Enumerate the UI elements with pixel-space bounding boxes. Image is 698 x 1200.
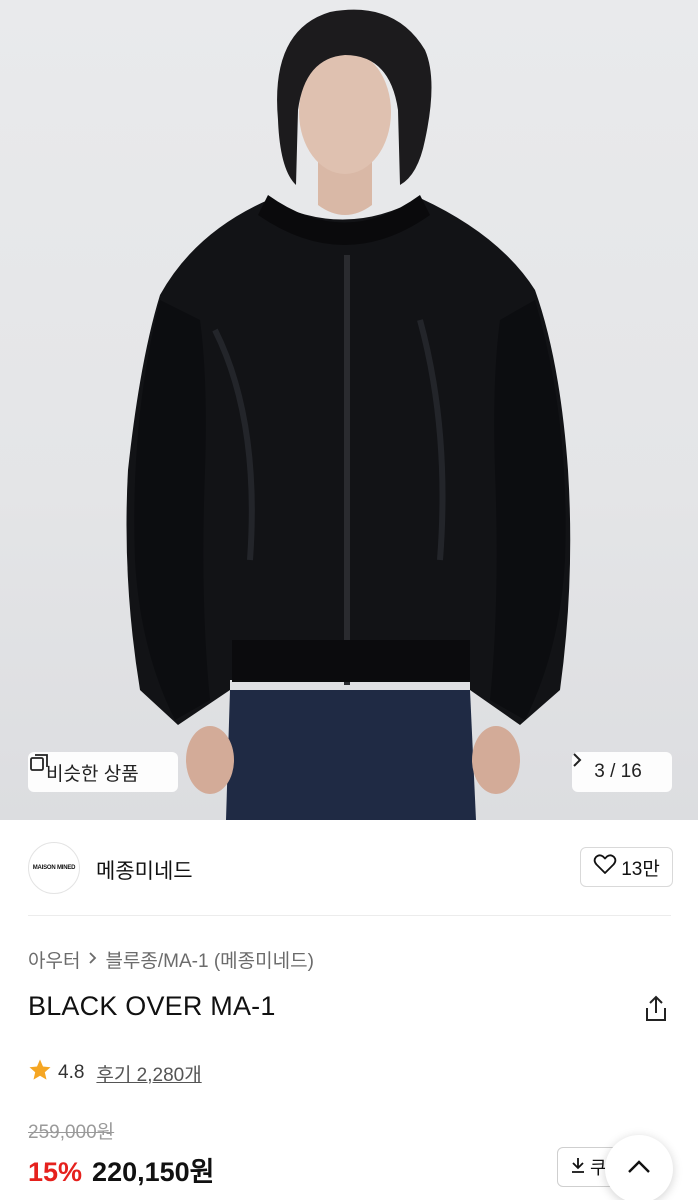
review-count-link[interactable]: 후기 2,280개 — [96, 1060, 201, 1087]
discount-rate: 15% — [28, 1157, 83, 1187]
similar-items-label: 비슷한 상품 — [46, 763, 139, 785]
brand-name[interactable]: 메종미네드 — [96, 855, 193, 885]
rating-row: 4.8 후기 2,280개 — [28, 1058, 202, 1088]
like-button[interactable]: 13만 — [580, 847, 673, 887]
product-photo — [126, 9, 571, 820]
original-price: 259,000원 — [28, 1122, 115, 1143]
image-counter-button[interactable]: 3 / 16 — [572, 752, 672, 792]
download-icon — [570, 1156, 586, 1179]
chevron-right-icon — [88, 949, 97, 971]
product-image-gallery[interactable]: 비슷한 상품 3 / 16 — [0, 0, 698, 820]
breadcrumb: 아우터 블루종/MA-1 (메종미네드) — [28, 946, 314, 973]
divider — [28, 915, 671, 916]
rating-value: 4.8 — [58, 1062, 85, 1083]
sale-price: 220,150원 — [92, 1157, 215, 1187]
brand-logo[interactable]: MAISON MINED — [28, 842, 80, 894]
share-icon — [641, 995, 671, 1028]
breadcrumb-category[interactable]: 아우터 — [28, 946, 80, 973]
price-row: 15% 220,150원 — [28, 1150, 215, 1189]
similar-items-button[interactable]: 비슷한 상품 — [28, 752, 178, 792]
brand-row[interactable]: MAISON MINED 메종미네드 13만 — [0, 820, 698, 916]
image-counter: 3 / 16 — [594, 761, 642, 782]
heart-icon — [593, 853, 617, 881]
scroll-top-icon — [626, 1159, 652, 1180]
scroll-top-button[interactable] — [605, 1135, 673, 1200]
share-button[interactable] — [641, 994, 671, 1024]
like-count: 13만 — [621, 858, 660, 880]
product-title: BLACK OVER MA-1 — [28, 991, 276, 1021]
star-icon — [28, 1058, 52, 1088]
breadcrumb-subcategory[interactable]: 블루종/MA-1 (메종미네드) — [105, 946, 313, 973]
